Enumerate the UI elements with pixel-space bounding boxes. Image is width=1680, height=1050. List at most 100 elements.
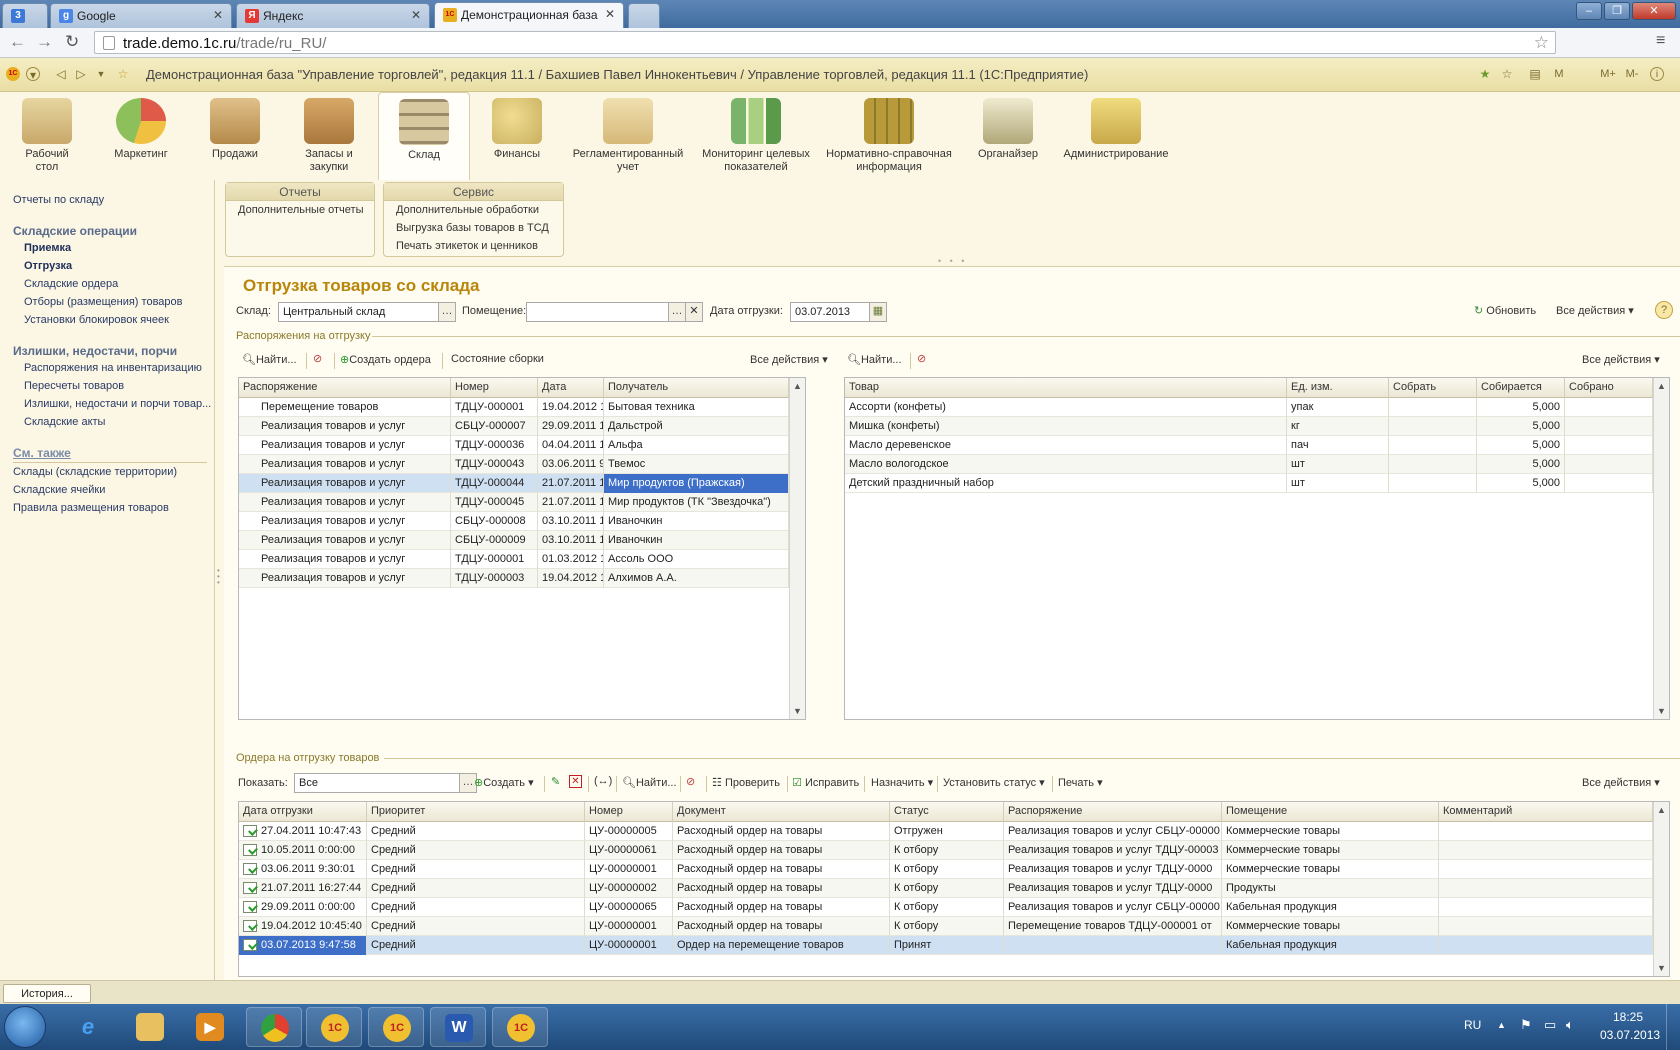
warehouse-select-button[interactable]: … xyxy=(438,302,456,322)
table-row[interactable]: Реализация товаров и услуг ТДЦУ-000045 21.… xyxy=(239,493,789,512)
table-row[interactable]: Перемещение товаров ТДЦУ-000001 19.04.2012… xyxy=(239,398,789,417)
nav-warehouse-acts[interactable]: Складские акты xyxy=(24,416,105,428)
col-number[interactable]: Номер xyxy=(585,802,673,822)
nav-picking[interactable]: Отборы (размещения) товаров xyxy=(24,296,182,308)
nav-receiving[interactable]: Приемка xyxy=(24,242,71,254)
close-icon[interactable]: ✕ xyxy=(411,8,421,22)
tray-expand-icon[interactable]: ▲ xyxy=(1497,1020,1506,1030)
assembly-state-button[interactable]: Состояние сборки xyxy=(451,353,544,365)
help-icon[interactable]: ? xyxy=(1655,301,1673,319)
nav-inventory-orders[interactable]: Распоряжения на инвентаризацию xyxy=(24,362,202,374)
orders-find-button[interactable]: 🔍︎Найти... xyxy=(242,353,297,366)
browser-tab-google[interactable]: g Google ✕ xyxy=(50,3,232,28)
calculator-icon[interactable]: ▤ xyxy=(1528,67,1542,81)
table-row[interactable]: 21.07.2011 16:27:44 Средний ЦУ-00000002 Рас… xyxy=(239,879,1653,898)
table-row[interactable]: Масло деревенское пач 5,000 xyxy=(845,436,1653,455)
create-orders-button[interactable]: ⊕Создать ордера xyxy=(340,353,431,366)
history-button[interactable]: История... xyxy=(3,984,91,1003)
favorites-list-icon[interactable]: ☆ xyxy=(1500,67,1514,81)
col-recipient[interactable]: Получатель xyxy=(604,378,789,398)
nav-placement-rules[interactable]: Правила размещения товаров xyxy=(13,502,169,514)
address-bar[interactable]: trade.demo.1c.ru/trade/ru_RU/ ☆ xyxy=(94,31,1556,54)
col-document[interactable]: Документ xyxy=(673,802,890,822)
additional-processing-link[interactable]: Дополнительные обработки xyxy=(384,201,563,219)
taskbar-1c-2[interactable]: 1С xyxy=(368,1007,424,1047)
section-sales[interactable]: Продажи xyxy=(188,92,282,180)
window-close-icon[interactable]: ✕ xyxy=(1632,2,1676,20)
goods-all-actions-button[interactable]: Все действия ▾ xyxy=(1582,353,1660,366)
table-row[interactable]: Реализация товаров и услуг СБЦУ-000008 03.… xyxy=(239,512,789,531)
volume-icon[interactable]: 🔈︎ xyxy=(1566,1017,1574,1033)
fix-button[interactable]: ☑ Исправить xyxy=(792,776,859,789)
section-marketing[interactable]: Маркетинг xyxy=(94,92,188,180)
room-clear-icon[interactable]: ✕ xyxy=(685,302,703,322)
set-status-button[interactable]: Установить статус ▾ xyxy=(943,776,1045,789)
scroll-down-icon[interactable]: ▼ xyxy=(790,703,805,719)
memory-m-icon[interactable]: M xyxy=(1552,67,1566,81)
nav-surplus-shortage[interactable]: Излишки, недостачи и порчи товар... xyxy=(24,398,211,410)
forward-icon[interactable]: ▷ xyxy=(74,67,88,81)
move-icon[interactable]: (↔) xyxy=(594,775,612,787)
table-row[interactable]: 03.07.2013 9:47:58 Средний ЦУ-00000001 Орде… xyxy=(239,936,1653,955)
shipment-find-button[interactable]: 🔍︎Найти... xyxy=(622,776,677,789)
nav-cell-locks[interactable]: Установки блокировок ячеек xyxy=(24,314,169,326)
new-tab-button[interactable] xyxy=(628,3,660,28)
maximize-icon[interactable]: ❐ xyxy=(1604,2,1630,20)
nav-cells[interactable]: Складские ячейки xyxy=(13,484,105,496)
network-icon[interactable]: ▭ xyxy=(1544,1017,1556,1033)
calendar-icon[interactable]: ▦ xyxy=(869,302,887,322)
taskbar-1c-3[interactable]: 1С xyxy=(492,1007,548,1047)
edit-icon[interactable]: ✎ xyxy=(551,775,560,788)
add-favorite-icon[interactable]: ★ xyxy=(1478,67,1492,81)
forward-icon[interactable]: → xyxy=(36,32,53,52)
table-row[interactable]: Ассорти (конфеты) упак 5,000 xyxy=(845,398,1653,417)
memory-minus-icon[interactable]: M- xyxy=(1622,67,1642,81)
col-order[interactable]: Распоряжение xyxy=(239,378,451,398)
section-reference-info[interactable]: Нормативно-справочная информация xyxy=(820,92,958,180)
shipment-scrollbar[interactable]: ▲ ▼ xyxy=(1653,802,1669,976)
scroll-up-icon[interactable]: ▲ xyxy=(790,378,805,394)
reload-icon[interactable]: ↻ xyxy=(65,32,79,52)
table-row[interactable]: Реализация товаров и услуг ТДЦУ-000003 19.… xyxy=(239,569,789,588)
section-regulated-accounting[interactable]: Регламентированный учет xyxy=(564,92,692,180)
info-icon[interactable]: i xyxy=(1650,67,1664,81)
table-row[interactable]: 27.04.2011 10:47:43 Средний ЦУ-00000005 Рас… xyxy=(239,822,1653,841)
col-room[interactable]: Помещение xyxy=(1222,802,1439,822)
section-kpi-monitoring[interactable]: Мониторинг целевых показателей xyxy=(692,92,820,180)
table-row[interactable]: Реализация товаров и услуг ТДЦУ-000036 04.… xyxy=(239,436,789,455)
close-icon[interactable]: ✕ xyxy=(605,7,615,21)
table-row[interactable]: Реализация товаров и услуг ТДЦУ-000001 01.… xyxy=(239,550,789,569)
cancel-search-icon[interactable]: ⊘ xyxy=(686,775,695,788)
goods-find-button[interactable]: 🔍︎Найти... xyxy=(847,353,902,366)
table-row[interactable]: Реализация товаров и услуг СБЦУ-000007 29.… xyxy=(239,417,789,436)
scroll-down-icon[interactable]: ▼ xyxy=(1654,703,1669,719)
scroll-up-icon[interactable]: ▲ xyxy=(1654,378,1669,394)
additional-reports-link[interactable]: Дополнительные отчеты xyxy=(226,201,374,219)
col-order[interactable]: Распоряжение xyxy=(1004,802,1222,822)
room-select-button[interactable]: … xyxy=(668,302,686,322)
memory-plus-icon[interactable]: M+ xyxy=(1598,67,1618,81)
check-button[interactable]: ☷ Проверить xyxy=(712,776,780,789)
room-field[interactable] xyxy=(526,302,674,322)
scroll-down-icon[interactable]: ▼ xyxy=(1654,960,1669,976)
print-button[interactable]: Печать ▾ xyxy=(1058,776,1103,789)
orders-scrollbar[interactable]: ▲ ▼ xyxy=(789,378,805,719)
col-number[interactable]: Номер xyxy=(451,378,538,398)
col-status[interactable]: Статус xyxy=(890,802,1004,822)
nav-warehouse-reports[interactable]: Отчеты по складу xyxy=(13,194,104,206)
table-row[interactable]: Масло вологодское шт 5,000 xyxy=(845,455,1653,474)
section-stock-purchases[interactable]: Запасы и закупки xyxy=(282,92,376,180)
table-row[interactable]: 19.04.2012 10:45:40 Средний ЦУ-00000001 Рас… xyxy=(239,917,1653,936)
refresh-button[interactable]: ↻ Обновить xyxy=(1474,304,1536,317)
create-button[interactable]: ⊕Создать ▾ xyxy=(474,776,534,789)
section-desktop[interactable]: Рабочий стол xyxy=(0,92,94,180)
print-labels-link[interactable]: Печать этикеток и ценников xyxy=(384,237,563,255)
nav-shipping[interactable]: Отгрузка xyxy=(24,260,72,272)
assign-button[interactable]: Назначить ▾ xyxy=(871,776,933,789)
scroll-up-icon[interactable]: ▲ xyxy=(1654,802,1669,818)
taskbar-explorer[interactable] xyxy=(122,1007,178,1047)
table-row[interactable]: Реализация товаров и услуг ТДЦУ-000043 03.… xyxy=(239,455,789,474)
col-shipment-date[interactable]: Дата отгрузки xyxy=(239,802,367,822)
col-collecting[interactable]: Собирается xyxy=(1477,378,1565,398)
start-button[interactable] xyxy=(4,1006,46,1048)
